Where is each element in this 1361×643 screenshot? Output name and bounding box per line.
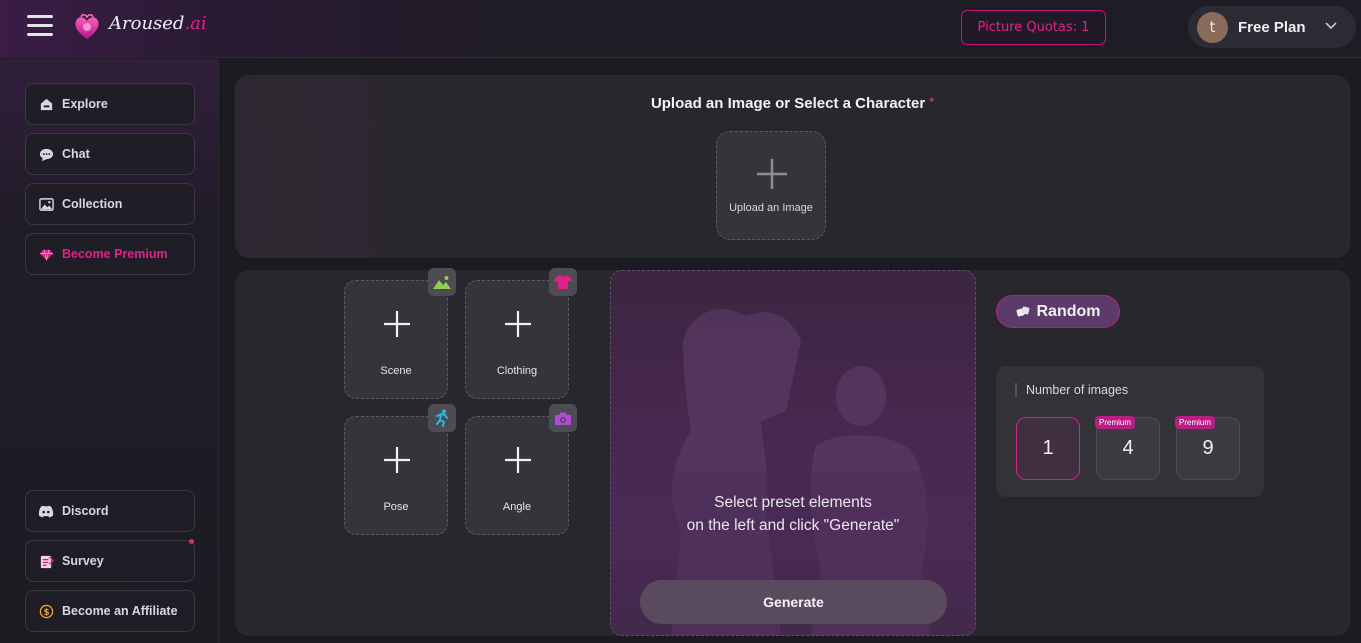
sidebar-item-label: Collection — [62, 197, 123, 211]
camera-icon — [549, 404, 577, 432]
number-of-images-card: Number of images 1 Premium 4 Premium 9 — [996, 366, 1264, 497]
dice-icon — [1016, 306, 1030, 318]
sidebar-item-chat[interactable]: Chat — [25, 133, 195, 175]
plus-icon — [505, 311, 531, 337]
option-value: 4 — [1122, 437, 1134, 459]
preset-scene[interactable]: Scene — [344, 268, 456, 399]
generator-panel: Scene Clothing Pose Angle Select preset … — [235, 268, 1350, 636]
preset-label: Scene — [380, 365, 412, 377]
top-header: Aroused.ai Picture Quotas: 1 t Free Plan — [0, 0, 1361, 58]
premium-badge: Premium — [1095, 416, 1136, 429]
premium-badge: Premium — [1175, 416, 1216, 429]
preview-hint-line2: on the left and click "Generate" — [686, 517, 900, 534]
sidebar-item-collection[interactable]: Collection — [25, 183, 195, 225]
sidebar-item-label: Become an Affiliate — [62, 604, 178, 618]
plan-menu-button[interactable]: t Free Plan — [1188, 6, 1356, 48]
upload-title-text: Upload an Image or Select a Character — [650, 95, 926, 112]
sidebar-item-label: Chat — [62, 147, 90, 161]
chevron-down-icon — [1325, 22, 1337, 30]
survey-icon — [38, 553, 54, 569]
images-option-4[interactable]: Premium 4 — [1095, 416, 1160, 480]
chat-icon — [38, 146, 54, 162]
hamburger-menu-icon[interactable] — [27, 15, 53, 37]
random-label: Random — [1036, 302, 1101, 320]
picture-quota-button[interactable]: Picture Quotas: 1 — [961, 10, 1106, 45]
option-value: 1 — [1042, 437, 1054, 459]
sidebar-item-label: Explore — [62, 97, 108, 111]
home-icon — [38, 96, 54, 112]
logo-text[interactable]: Aroused.ai — [109, 13, 207, 34]
preset-clothing[interactable]: Clothing — [465, 268, 577, 399]
upload-image-label: Upload an Image — [729, 202, 813, 214]
sidebar-item-label: Survey — [62, 554, 104, 568]
sidebar: Explore Chat Collection Become Premium D… — [0, 59, 219, 643]
logo-name: Aroused — [109, 13, 185, 34]
shirt-icon — [549, 268, 577, 296]
sidebar-item-label: Discord — [62, 504, 109, 518]
upload-image-button[interactable]: Upload an Image — [716, 131, 826, 240]
gallery-icon — [38, 196, 54, 212]
upload-panel: Upload an Image or Select a Character * … — [235, 75, 1350, 258]
dollar-icon: $ — [38, 603, 54, 619]
preset-label: Clothing — [496, 365, 538, 377]
upload-title: Upload an Image or Select a Character * — [235, 95, 1350, 112]
sidebar-item-discord[interactable]: Discord — [25, 490, 195, 532]
plus-icon — [384, 311, 410, 337]
logo-suffix: .ai — [184, 13, 207, 34]
images-option-1[interactable]: 1 — [1016, 417, 1080, 480]
preview-hint-line1: Select preset elements — [714, 494, 872, 511]
discord-icon — [38, 503, 54, 519]
plus-icon — [505, 447, 531, 473]
images-option-9[interactable]: Premium 9 — [1175, 416, 1240, 480]
option-value: 9 — [1202, 437, 1214, 459]
number-of-images-title: Number of images — [1015, 383, 1128, 397]
svg-text:$: $ — [43, 606, 49, 616]
preview-hint: Select preset elements on the left and c… — [611, 491, 975, 537]
preview-area: Select preset elements on the left and c… — [610, 270, 976, 636]
landscape-icon — [428, 268, 456, 296]
required-mark: * — [929, 95, 935, 109]
preset-label: Angle — [502, 501, 532, 513]
diamond-icon — [38, 246, 54, 262]
plan-label: Free Plan — [1238, 18, 1306, 36]
sidebar-item-become-premium[interactable]: Become Premium — [25, 233, 195, 275]
logo-heart-icon — [75, 14, 99, 39]
sidebar-item-affiliate[interactable]: $ Become an Affiliate — [25, 590, 195, 632]
running-figure-icon — [428, 404, 456, 432]
notification-dot — [189, 539, 194, 544]
preset-pose[interactable]: Pose — [344, 404, 456, 535]
preset-angle[interactable]: Angle — [465, 404, 577, 535]
preset-label: Pose — [383, 501, 409, 513]
plus-icon — [757, 159, 787, 189]
sidebar-item-label: Become Premium — [62, 247, 168, 261]
plus-icon — [384, 447, 410, 473]
sidebar-item-explore[interactable]: Explore — [25, 83, 195, 125]
generate-button[interactable]: Generate — [640, 580, 947, 624]
sidebar-item-survey[interactable]: Survey — [25, 539, 195, 582]
avatar: t — [1197, 11, 1228, 43]
random-button[interactable]: Random — [996, 295, 1120, 328]
